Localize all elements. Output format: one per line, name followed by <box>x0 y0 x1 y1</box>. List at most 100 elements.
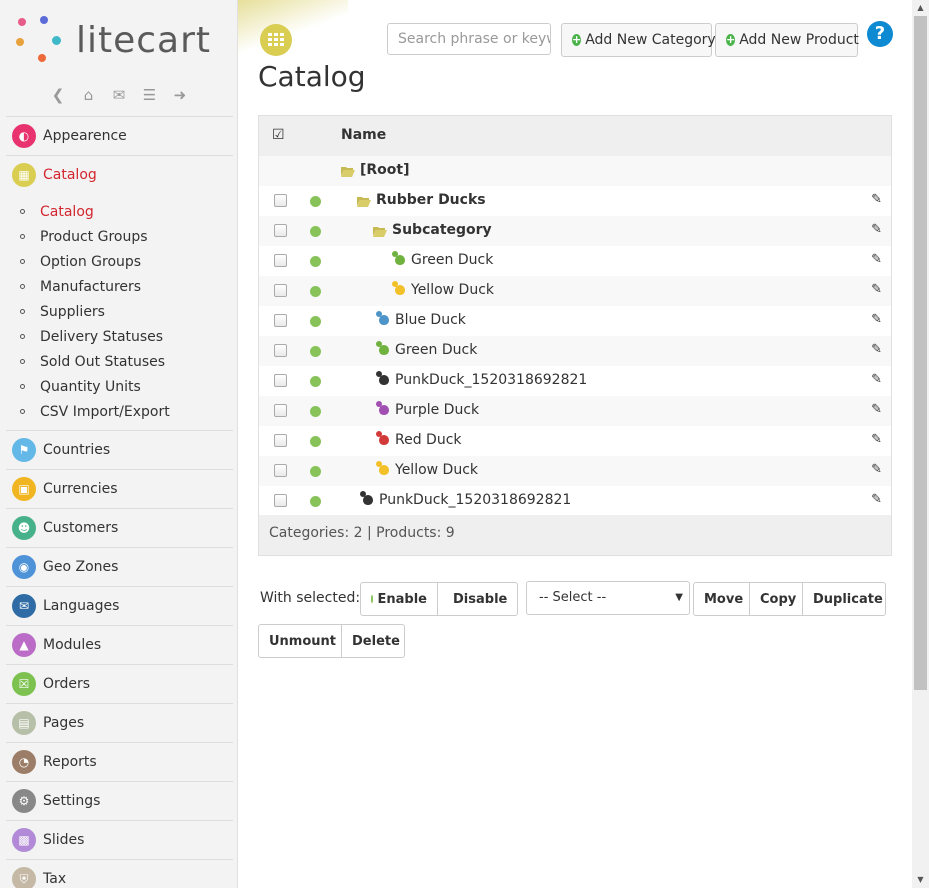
delete-button[interactable]: Delete <box>341 624 405 658</box>
row-checkbox[interactable] <box>274 284 287 297</box>
row-label[interactable]: Rubber Ducks <box>376 192 486 208</box>
row-checkbox[interactable] <box>274 344 287 357</box>
chat-icon: ✉ <box>12 594 36 618</box>
litecart-logo[interactable]: litecart <box>16 16 226 66</box>
row-label[interactable]: PunkDuck_1520318692821 <box>395 372 587 388</box>
row-label[interactable]: Green Duck <box>411 252 493 268</box>
sidebar-item-currencies[interactable]: ▣ Currencies <box>6 469 233 508</box>
select-all-icon[interactable]: ☑ <box>272 127 285 143</box>
add-new-category-button[interactable]: + Add New Category <box>561 23 716 57</box>
row-label[interactable]: PunkDuck_1520318692821 <box>379 492 571 508</box>
row-checkbox[interactable] <box>274 464 287 477</box>
edit-pencil-icon[interactable]: ✎ <box>871 432 882 447</box>
row-checkbox[interactable] <box>274 404 287 417</box>
logout-icon[interactable]: ➜ <box>171 86 189 104</box>
help-icon[interactable]: ? <box>867 21 893 47</box>
category-select[interactable]: -- Select -- ▼ <box>526 581 690 615</box>
column-header-name[interactable]: Name <box>341 127 386 143</box>
status-indicator <box>310 346 321 357</box>
sidebar-item-catalog[interactable]: ▦ Catalog <box>6 155 233 194</box>
submenu-item-quantity-units[interactable]: Quantity Units <box>6 374 233 399</box>
row-label[interactable]: Subcategory <box>392 222 492 238</box>
search-input[interactable]: Search phrase or keyword <box>387 23 551 55</box>
submenu-item-option-groups[interactable]: Option Groups <box>6 249 233 274</box>
database-icon[interactable]: ☰ <box>140 86 158 104</box>
sidebar-item-label: Pages <box>43 715 85 731</box>
submenu-item-catalog[interactable]: Catalog <box>6 199 233 224</box>
add-new-product-button[interactable]: + Add New Product <box>715 23 859 57</box>
edit-pencil-icon[interactable]: ✎ <box>871 372 882 387</box>
scroll-thumb[interactable] <box>914 16 927 690</box>
table-row[interactable]: [Root] <box>259 156 891 186</box>
table-row[interactable]: Yellow Duck ✎ <box>259 276 891 306</box>
scroll-up-icon[interactable]: ▲ <box>912 0 929 16</box>
table-row[interactable]: Red Duck ✎ <box>259 426 891 456</box>
submenu-item-delivery-statuses[interactable]: Delivery Statuses <box>6 324 233 349</box>
row-checkbox[interactable] <box>274 314 287 327</box>
row-checkbox[interactable] <box>274 434 287 447</box>
table-row[interactable]: Green Duck ✎ <box>259 246 891 276</box>
edit-pencil-icon[interactable]: ✎ <box>871 342 882 357</box>
table-row[interactable]: Blue Duck ✎ <box>259 306 891 336</box>
table-row[interactable]: Green Duck ✎ <box>259 336 891 366</box>
sidebar-item-pages[interactable]: ▤ Pages <box>6 703 233 742</box>
table-footer-summary: Categories: 2 | Products: 9 <box>259 515 891 555</box>
sidebar-item-modules[interactable]: ▲ Modules <box>6 625 233 664</box>
sidebar-item-geo-zones[interactable]: ◉ Geo Zones <box>6 547 233 586</box>
unmount-button[interactable]: Unmount <box>258 624 342 658</box>
globe-icon: ◉ <box>12 555 36 579</box>
row-label[interactable]: Blue Duck <box>395 312 466 328</box>
sidebar-item-countries[interactable]: ⚑ Countries <box>6 430 233 469</box>
sidebar-item-tax[interactable]: ⛨ Tax <box>6 859 233 888</box>
sidebar-item-slides[interactable]: ▩ Slides <box>6 820 233 859</box>
copy-button[interactable]: Copy <box>749 582 803 616</box>
sidebar-item-settings[interactable]: ⚙ Settings <box>6 781 233 820</box>
sidebar-item-customers[interactable]: ☻ Customers <box>6 508 233 547</box>
submenu-item-sold-out-statuses[interactable]: Sold Out Statuses <box>6 349 233 374</box>
enable-button[interactable]: Enable <box>360 582 438 616</box>
move-button[interactable]: Move <box>693 582 750 616</box>
sidebar-item-appearance[interactable]: ◐ Appearence <box>6 116 233 155</box>
mail-icon[interactable]: ✉ <box>110 86 128 104</box>
edit-pencil-icon[interactable]: ✎ <box>871 282 882 297</box>
duplicate-button[interactable]: Duplicate <box>802 582 886 616</box>
row-label[interactable]: Yellow Duck <box>411 282 494 298</box>
submenu-item-manufacturers[interactable]: Manufacturers <box>6 274 233 299</box>
table-row[interactable]: Yellow Duck ✎ <box>259 456 891 486</box>
sidebar-item-label: Slides <box>43 832 85 848</box>
submenu-item-product-groups[interactable]: Product Groups <box>6 224 233 249</box>
sidebar-item-orders[interactable]: ☒ Orders <box>6 664 233 703</box>
folder-open-icon <box>341 165 355 177</box>
sidebar-item-languages[interactable]: ✉ Languages <box>6 586 233 625</box>
table-row[interactable]: Purple Duck ✎ <box>259 396 891 426</box>
edit-pencil-icon[interactable]: ✎ <box>871 312 882 327</box>
row-checkbox[interactable] <box>274 254 287 267</box>
sidebar-item-reports[interactable]: ◔ Reports <box>6 742 233 781</box>
table-row[interactable]: PunkDuck_1520318692821 ✎ <box>259 486 891 516</box>
table-row[interactable]: Subcategory ✎ <box>259 216 891 246</box>
scroll-down-icon[interactable]: ▼ <box>912 872 929 888</box>
row-checkbox[interactable] <box>274 194 287 207</box>
submenu-item-csv-import-export[interactable]: CSV Import/Export <box>6 399 233 424</box>
row-checkbox[interactable] <box>274 224 287 237</box>
table-row[interactable]: Rubber Ducks ✎ <box>259 186 891 216</box>
edit-pencil-icon[interactable]: ✎ <box>871 192 882 207</box>
row-label[interactable]: Green Duck <box>395 342 477 358</box>
row-label[interactable]: Purple Duck <box>395 402 479 418</box>
row-label[interactable]: [Root] <box>360 162 410 178</box>
row-label[interactable]: Red Duck <box>395 432 462 448</box>
edit-pencil-icon[interactable]: ✎ <box>871 402 882 417</box>
row-checkbox[interactable] <box>274 494 287 507</box>
edit-pencil-icon[interactable]: ✎ <box>871 462 882 477</box>
disable-button[interactable]: Disable <box>437 582 518 616</box>
row-checkbox[interactable] <box>274 374 287 387</box>
edit-pencil-icon[interactable]: ✎ <box>871 222 882 237</box>
vertical-scrollbar[interactable]: ▲ ▼ <box>912 0 929 888</box>
edit-pencil-icon[interactable]: ✎ <box>871 492 882 507</box>
edit-pencil-icon[interactable]: ✎ <box>871 252 882 267</box>
home-icon[interactable]: ⌂ <box>80 86 98 104</box>
back-icon[interactable]: ❮ <box>49 86 67 104</box>
row-label[interactable]: Yellow Duck <box>395 462 478 478</box>
table-row[interactable]: PunkDuck_1520318692821 ✎ <box>259 366 891 396</box>
submenu-item-suppliers[interactable]: Suppliers <box>6 299 233 324</box>
